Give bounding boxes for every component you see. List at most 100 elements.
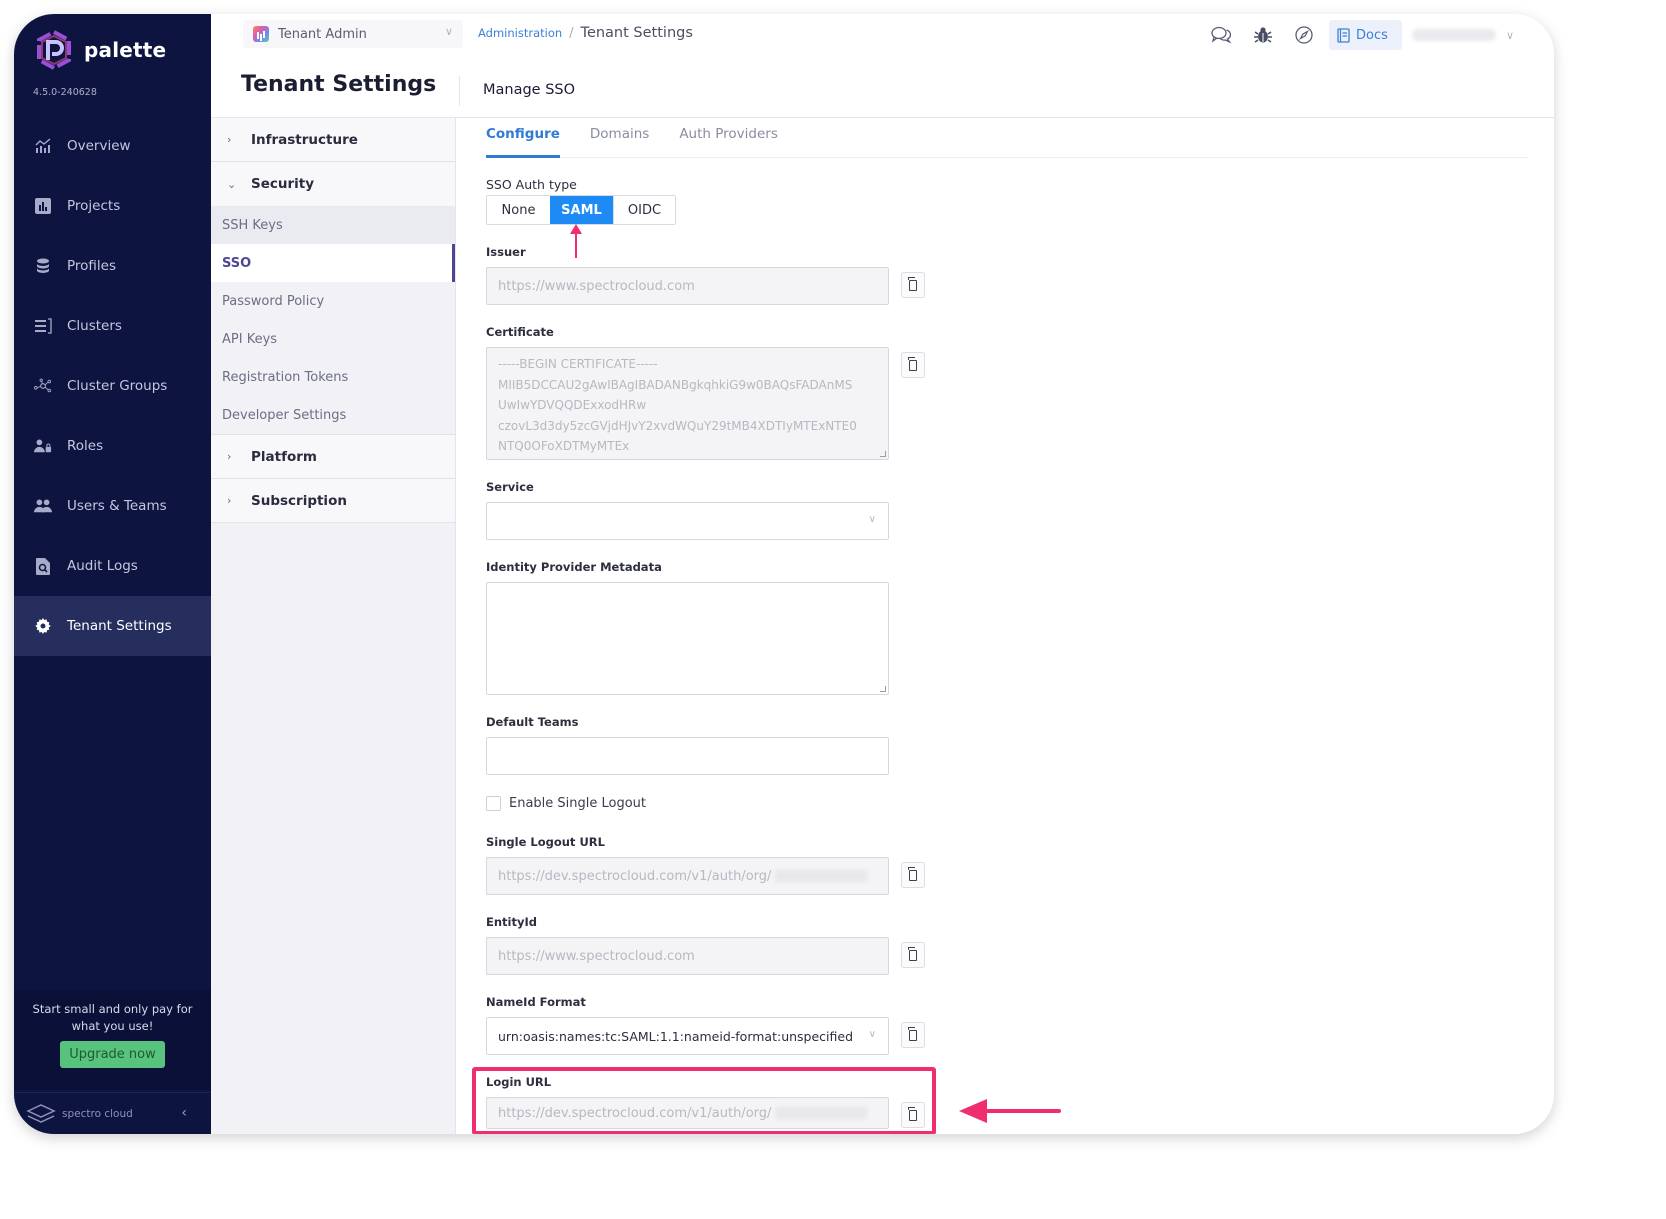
tab-bar: Configure Domains Auth Providers: [486, 118, 1528, 158]
menu-item-sso[interactable]: SSO: [211, 244, 455, 282]
copy-icon: [908, 276, 917, 291]
page-header: Tenant Settings Manage SSO: [211, 56, 1554, 118]
compass-icon[interactable]: [1287, 20, 1321, 50]
gear-icon: [34, 617, 52, 635]
copy-certificate-button[interactable]: [901, 352, 925, 378]
copy-nameid-format-button[interactable]: [901, 1022, 925, 1048]
menu-item-developer-settings[interactable]: Developer Settings: [211, 396, 455, 434]
entity-id-label: EntityId: [486, 915, 537, 929]
menu-group-subscription[interactable]: › Subscription: [211, 479, 455, 523]
header-divider: [459, 76, 460, 106]
checkbox[interactable]: [486, 796, 501, 811]
annotation-arrow-left: [959, 1099, 1061, 1123]
chevron-down-icon: ∨: [868, 514, 876, 525]
resize-handle[interactable]: [880, 451, 886, 457]
sidebar-item-tenant-settings[interactable]: Tenant Settings: [14, 596, 211, 656]
certificate-text: -----BEGIN CERTIFICATE----- MIIB5DCCAU2g…: [498, 357, 857, 453]
tab-auth-providers[interactable]: Auth Providers: [679, 118, 778, 158]
sidebar-footer: spectro cloud ‹: [14, 1092, 211, 1134]
auth-type-selector: None SAML OIDC: [486, 195, 676, 225]
sidebar-item-profiles[interactable]: Profiles: [14, 236, 211, 296]
menu-group-security[interactable]: ⌄ Security: [211, 162, 455, 206]
checkbox-label: Enable Single Logout: [509, 796, 647, 811]
issuer-label: Issuer: [486, 245, 526, 259]
resize-handle[interactable]: [880, 686, 886, 692]
copy-issuer-button[interactable]: [901, 272, 925, 298]
annotation-arrow-up: [570, 224, 582, 258]
breadcrumb-current: Tenant Settings: [580, 25, 693, 41]
sidebar-item-users-teams[interactable]: Users & Teams: [14, 476, 211, 536]
idp-metadata-field[interactable]: [486, 582, 889, 695]
menu-item-ssh-keys[interactable]: SSH Keys: [211, 206, 455, 244]
sso-form-area: Configure Domains Auth Providers SSO Aut…: [456, 118, 1554, 1134]
app-version: 4.5.0-240628: [33, 87, 97, 98]
sidebar-item-projects[interactable]: Projects: [14, 176, 211, 236]
auth-type-oidc[interactable]: OIDC: [613, 196, 675, 224]
enable-single-logout-checkbox[interactable]: Enable Single Logout: [486, 796, 646, 811]
users-icon: [34, 497, 52, 515]
brand-text: spectro cloud: [62, 1107, 133, 1120]
login-url-value: https://dev.spectrocloud.com/v1/auth/org…: [498, 1105, 772, 1121]
single-logout-url-label: Single Logout URL: [486, 835, 605, 849]
login-url-field[interactable]: https://dev.spectrocloud.com/v1/auth/org…: [486, 1097, 889, 1129]
sidebar-item-roles[interactable]: Roles: [14, 416, 211, 476]
sidebar-item-audit-logs[interactable]: Audit Logs: [14, 536, 211, 596]
certificate-field[interactable]: -----BEGIN CERTIFICATE----- MIIB5DCCAU2g…: [486, 347, 889, 460]
copy-icon: [908, 946, 917, 961]
menu-group-infrastructure[interactable]: › Infrastructure: [211, 118, 455, 162]
chevron-left-icon[interactable]: ‹: [181, 1105, 187, 1121]
bug-icon[interactable]: [1246, 20, 1280, 50]
sidebar-item-label: Clusters: [67, 318, 122, 334]
issuer-field[interactable]: https://www.spectrocloud.com: [486, 267, 889, 305]
auth-type-none[interactable]: None: [487, 196, 550, 224]
docs-button[interactable]: Docs: [1329, 20, 1402, 50]
tenant-selector[interactable]: Tenant Admin ∨: [243, 20, 463, 48]
default-teams-field[interactable]: [486, 737, 889, 775]
tab-configure[interactable]: Configure: [486, 118, 560, 158]
redacted-org-id: [775, 870, 868, 882]
menu-group-platform[interactable]: › Platform: [211, 435, 455, 479]
chart-icon: [34, 137, 52, 155]
nameid-format-label: NameId Format: [486, 995, 586, 1009]
single-logout-url-field[interactable]: https://dev.spectrocloud.com/v1/auth/org…: [486, 857, 889, 895]
nameid-format-value: urn:oasis:names:tc:SAML:1.1:nameid-forma…: [498, 1028, 854, 1044]
menu-item-registration-tokens[interactable]: Registration Tokens: [211, 358, 455, 396]
sidebar-item-label: Roles: [67, 438, 104, 454]
upgrade-promo: Start small and only pay for what you us…: [14, 990, 211, 1090]
idp-metadata-label: Identity Provider Metadata: [486, 560, 662, 574]
promo-text: Start small and only pay for what you us…: [32, 1002, 193, 1033]
sidebar-item-label: Cluster Groups: [67, 378, 168, 394]
entity-id-field[interactable]: https://www.spectrocloud.com: [486, 937, 889, 975]
network-nodes-icon: [34, 377, 52, 395]
copy-login-url-button[interactable]: [901, 1102, 925, 1128]
certificate-label: Certificate: [486, 325, 554, 339]
nameid-format-select[interactable]: urn:oasis:names:tc:SAML:1.1:nameid-forma…: [486, 1017, 889, 1055]
copy-single-logout-url-button[interactable]: [901, 862, 925, 888]
menu-group-label: Infrastructure: [251, 131, 358, 148]
sidebar-item-label: Audit Logs: [67, 558, 138, 574]
upgrade-button[interactable]: Upgrade now: [60, 1041, 165, 1068]
sidebar-item-overview[interactable]: Overview: [14, 116, 211, 176]
palette-logo-icon: [37, 30, 71, 70]
sidebar-item-clusters[interactable]: Clusters: [14, 296, 211, 356]
sidebar-item-cluster-groups[interactable]: Cluster Groups: [14, 356, 211, 416]
breadcrumb-separator: /: [569, 26, 574, 41]
logo[interactable]: palette: [34, 30, 166, 70]
topbar: Tenant Admin ∨ Administration / Tenant S…: [211, 14, 1554, 56]
list-rack-icon: [34, 317, 52, 335]
chat-icon[interactable]: [1205, 20, 1239, 50]
breadcrumb-administration[interactable]: Administration: [478, 26, 562, 40]
menu-item-api-keys[interactable]: API Keys: [211, 320, 455, 358]
auth-type-saml[interactable]: SAML: [550, 196, 613, 224]
chevron-down-icon[interactable]: ∨: [1506, 29, 1514, 42]
menu-group-label: Subscription: [251, 492, 347, 509]
copy-entity-id-button[interactable]: [901, 942, 925, 968]
top-actions: Docs ∨: [1198, 20, 1514, 50]
user-menu[interactable]: [1411, 29, 1496, 41]
tab-domains[interactable]: Domains: [590, 118, 649, 158]
menu-item-password-policy[interactable]: Password Policy: [211, 282, 455, 320]
settings-menu: › Infrastructure ⌄ Security SSH Keys SSO…: [211, 118, 456, 1134]
service-select[interactable]: ∨: [486, 502, 889, 540]
tenant-icon: [253, 26, 269, 42]
menu-group-label: Security: [251, 176, 315, 192]
